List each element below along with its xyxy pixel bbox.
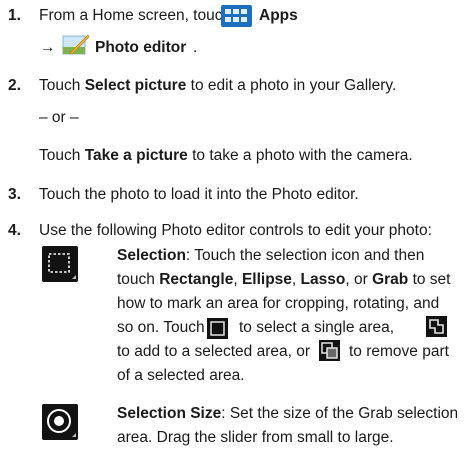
selection-size-line-1: Selection Size: Set the size of the Grab…: [117, 405, 459, 422]
selection-size-line-2: area. Drag the slider from small to larg…: [117, 429, 394, 446]
remove-area-icon: [319, 340, 340, 361]
step-4-text: Use the following Photo editor controls …: [39, 222, 432, 239]
single-area-icon: [207, 318, 228, 339]
selection-icon: [42, 246, 78, 282]
selection-line-3: how to mark an area for cropping, rotati…: [117, 295, 440, 312]
apps-label: Apps: [259, 7, 298, 24]
selection-line-2: touch Rectangle, Ellipse, Lasso, or Grab…: [117, 271, 451, 288]
photo-editor-label: Photo editor: [95, 39, 187, 56]
photo-editor-icon: [62, 34, 90, 55]
step-3-text: Touch the photo to load it into the Phot…: [39, 186, 359, 203]
step-2-number: 2.: [8, 77, 21, 94]
step-1-text: From a Home screen, touch: [39, 7, 232, 24]
selection-line-6: of a selected area.: [117, 367, 245, 384]
selection-line-4b: to select a single area,: [239, 319, 395, 336]
step-1-number: 1.: [8, 7, 21, 24]
step-2-text: Touch Select picture to edit a photo in …: [39, 77, 397, 94]
step-3-number: 3.: [8, 186, 21, 203]
selection-size-icon: [42, 404, 78, 440]
arrow-icon: →: [40, 39, 56, 56]
step-2-alt-text: Touch Take a picture to take a photo wit…: [39, 147, 413, 164]
photo-editor-suffix: .: [193, 39, 198, 56]
step-4-number: 4.: [8, 222, 21, 239]
apps-grid-icon: [221, 5, 252, 27]
selection-line-4a: so on. Touch: [117, 319, 205, 336]
or-separator: – or –: [39, 109, 79, 126]
selection-line-5a: to add to a selected area, or: [117, 343, 311, 360]
selection-line-1: Selection: Touch the selection icon and …: [117, 247, 425, 264]
add-area-icon: [426, 316, 447, 337]
selection-line-5b: to remove part: [349, 343, 449, 360]
